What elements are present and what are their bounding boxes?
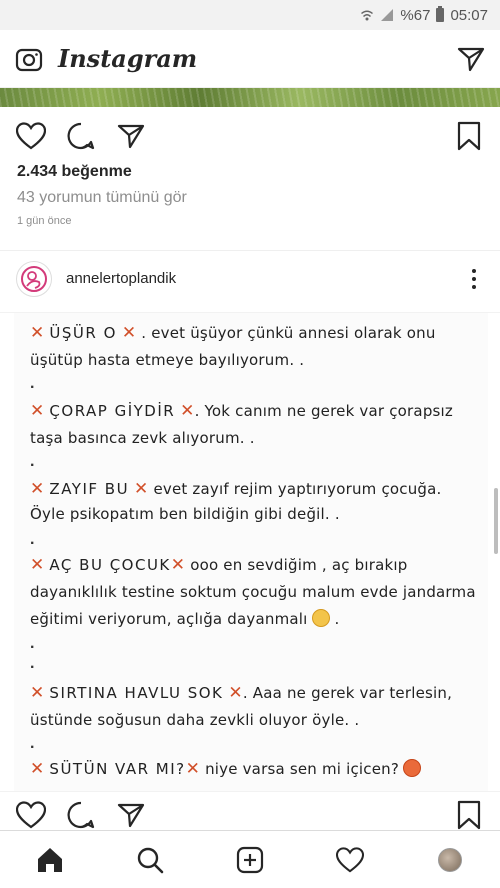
like-count[interactable]: 2.434 beğenme: [17, 163, 132, 181]
status-bar: %67 05:07: [0, 0, 500, 30]
post-actions: [0, 116, 500, 156]
bookmark-icon[interactable]: [454, 800, 484, 830]
bookmark-icon[interactable]: [454, 121, 484, 151]
image-line-6: Öyle psikopatım ben bildiğin gibi değil.…: [30, 505, 340, 523]
image-line-9: eğitimi veriyorum, açlığa dayanmalı .: [30, 609, 340, 628]
heart-icon[interactable]: [16, 800, 46, 830]
image-dot: .: [30, 735, 35, 752]
app-header: Instagram: [0, 30, 500, 88]
clock: 05:07: [450, 6, 488, 24]
previous-post-photo: [0, 88, 500, 107]
wifi-icon: [361, 10, 374, 21]
image-line-10: ✕ SIRTINA HAVLU SOK ✕. Aaa ne gerek var …: [30, 683, 453, 703]
author-avatar[interactable]: [16, 260, 52, 297]
author-username[interactable]: annelertoplandik: [66, 270, 176, 287]
image-line-2: üşütüp hasta etmeye bayılıyorum. .: [30, 351, 305, 369]
bottom-navigation: [0, 830, 500, 888]
image-line-5: ✕ ZAYIF BU ✕ evet zayıf rejim yaptırıyor…: [30, 479, 442, 499]
share-icon[interactable]: [116, 121, 146, 151]
search-icon[interactable]: [135, 845, 165, 875]
scrollbar-thumb[interactable]: [494, 488, 498, 554]
image-line-4: taşa basınca zevk alıyorum. .: [30, 429, 255, 447]
battery-percent: %67: [400, 6, 431, 24]
view-all-comments-link[interactable]: 43 yorumun tümünü gör: [17, 189, 187, 207]
worried-emoji-icon: [311, 609, 330, 627]
image-dot: .: [30, 635, 35, 652]
comment-icon[interactable]: [66, 800, 96, 830]
image-dot: .: [30, 531, 35, 548]
post-author-header: annelertoplandik: [0, 250, 500, 306]
comment-icon[interactable]: [66, 121, 96, 151]
image-line-3: ✕ ÇORAP GİYDİR ✕. Yok canım ne gerek var…: [30, 401, 453, 421]
profile-avatar[interactable]: [435, 845, 465, 875]
image-line-1: ✕ ÜŞÜR O ✕ . evet üşüyor çünkü annesi ol…: [30, 323, 436, 343]
image-line-12: ✕ SÜTÜN VAR MI?✕ niye varsa sen mi içice…: [30, 759, 422, 779]
home-icon[interactable]: [35, 845, 65, 875]
angry-emoji-icon: [403, 759, 422, 777]
image-line-8: dayanıklılık testine soktum çocuğu malum…: [30, 583, 476, 601]
image-line-7: ✕ AÇ BU ÇOCUK✕ ooo en sevdiğim , aç bıra…: [30, 555, 408, 575]
image-dot: .: [30, 375, 35, 392]
signal-icon: [381, 9, 394, 21]
post-timestamp: 1 gün önce: [17, 215, 72, 227]
camera-icon[interactable]: [14, 44, 44, 74]
heart-icon[interactable]: [16, 121, 46, 151]
instagram-logo: Instagram: [58, 44, 198, 73]
heart-icon[interactable]: [335, 845, 365, 875]
next-post-actions: [0, 798, 500, 832]
post-image[interactable]: ✕ ÜŞÜR O ✕ . evet üşüyor çünkü annesi ol…: [0, 312, 500, 792]
image-dot: .: [30, 453, 35, 470]
paper-plane-icon[interactable]: [456, 44, 486, 74]
more-options-icon[interactable]: [464, 264, 484, 294]
add-post-icon[interactable]: [235, 845, 265, 875]
image-line-11: üstünde soğusun daha zevkli oluyor öyle.…: [30, 711, 360, 729]
image-dot: .: [30, 655, 35, 672]
share-icon[interactable]: [116, 800, 146, 830]
battery-icon: [436, 6, 445, 22]
